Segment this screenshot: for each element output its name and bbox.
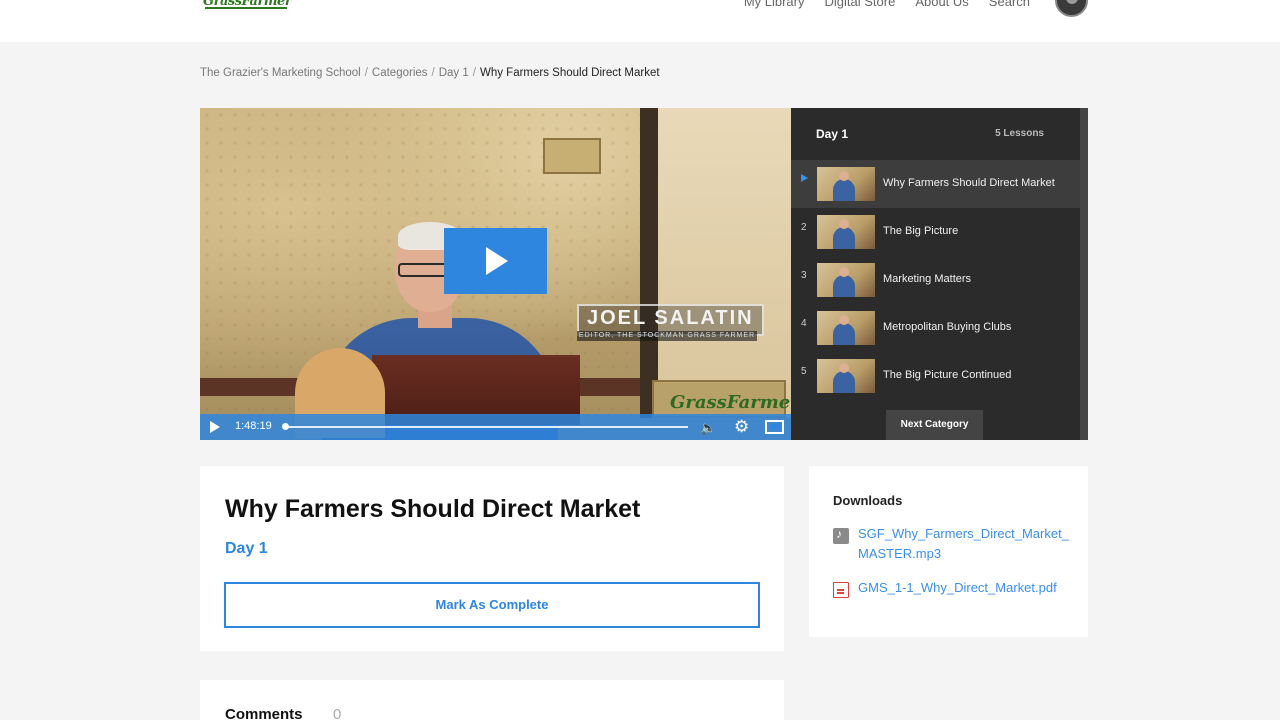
comments-card: Comments 0 xyxy=(200,680,784,720)
lesson-heading: Why Farmers Should Direct Market xyxy=(225,495,641,523)
breadcrumb-separator: / xyxy=(472,67,476,79)
breadcrumb-current: Why Farmers Should Direct Market xyxy=(479,67,660,79)
lesson-list-panel: Day 1 5 Lessons Why Farmers Should Direc… xyxy=(791,108,1088,440)
settings-gear-icon[interactable]: ⚙ xyxy=(734,417,749,437)
main-nav: My Library Digital Store About Us Search xyxy=(744,0,1030,9)
thumbnail-head xyxy=(839,315,849,325)
lesson-number: 3 xyxy=(801,270,807,281)
download-item[interactable]: SGF_Why_Farmers_Direct_Market_MASTER.mp3 xyxy=(833,524,1073,568)
video-controls: 1:48:19 🔈 ⚙ xyxy=(200,414,791,440)
thumbnail-head xyxy=(839,363,849,373)
lesson-thumbnail xyxy=(817,359,875,393)
nav-my-library[interactable]: My Library xyxy=(744,0,805,9)
lesson-list-title: Day 1 xyxy=(816,127,849,141)
play-icon[interactable] xyxy=(210,421,220,433)
name-overlay: JOEL SALATIN xyxy=(587,307,754,329)
thumbnail-head xyxy=(839,267,849,277)
audio-file-icon xyxy=(833,527,849,544)
lesson-count: 5 Lessons xyxy=(995,128,1044,139)
lesson-list-scrollbar[interactable] xyxy=(1080,108,1088,440)
breadcrumb-categories[interactable]: Categories xyxy=(372,67,428,79)
breadcrumb: The Grazier's Marketing School / Categorie… xyxy=(200,67,660,79)
video-door-frame xyxy=(640,108,658,418)
lesson-item[interactable]: 3 Marketing Matters xyxy=(791,256,1080,304)
lesson-thumbnail xyxy=(817,263,875,297)
lesson-category-link[interactable]: Day 1 xyxy=(225,540,268,558)
thumbnail-figure xyxy=(833,323,855,345)
podium-sign-text: GrassFarmer xyxy=(670,392,791,413)
comments-title: Comments xyxy=(225,706,303,720)
lesson-item[interactable]: 5 The Big Picture Continued xyxy=(791,352,1080,400)
downloads-title: Downloads xyxy=(833,493,903,508)
video-backdrop-wall xyxy=(655,108,791,418)
breadcrumb-separator: / xyxy=(431,67,435,79)
site-logo[interactable]: GrassFarmer xyxy=(203,0,292,12)
comments-count: 0 xyxy=(333,706,342,720)
nav-about-us[interactable]: About Us xyxy=(915,0,968,9)
video-time: 1:48:19 xyxy=(235,420,272,432)
lesson-title: Metropolitan Buying Clubs xyxy=(883,321,1012,333)
download-link[interactable]: GMS_1-1_Why_Direct_Market.pdf xyxy=(858,578,1073,598)
thumbnail-figure xyxy=(833,179,855,201)
top-header: GrassFarmer My Library Digital Store Abo… xyxy=(0,0,1280,42)
lesson-title: Marketing Matters xyxy=(883,273,972,285)
fullscreen-icon[interactable] xyxy=(765,420,784,434)
lesson-info-card: Why Farmers Should Direct Market Day 1 M… xyxy=(200,466,784,651)
video-wall-lamp xyxy=(543,138,601,174)
next-category-button[interactable]: Next Category xyxy=(886,410,983,440)
thumbnail-head xyxy=(839,171,849,181)
logo-underline xyxy=(205,7,287,9)
lesson-item[interactable]: Why Farmers Should Direct Market xyxy=(791,160,1080,208)
lesson-thumbnail xyxy=(817,167,875,201)
big-play-button[interactable] xyxy=(444,228,547,294)
lesson-item[interactable]: 4 Metropolitan Buying Clubs xyxy=(791,304,1080,352)
lesson-number: 4 xyxy=(801,318,807,329)
lesson-number: 2 xyxy=(801,222,807,233)
downloads-card: Downloads SGF_Why_Farmers_Direct_Market_… xyxy=(809,466,1088,637)
download-item[interactable]: GMS_1-1_Why_Direct_Market.pdf xyxy=(833,578,1073,600)
thumbnail-figure xyxy=(833,227,855,249)
lesson-title: Why Farmers Should Direct Market xyxy=(883,177,1055,189)
lesson-thumbnail xyxy=(817,311,875,345)
user-avatar[interactable] xyxy=(1055,0,1088,17)
breadcrumb-day[interactable]: Day 1 xyxy=(439,67,469,79)
lesson-number: 5 xyxy=(801,366,807,377)
video-player[interactable]: GrassFarmer JOEL SALATIN EDITOR, THE STO… xyxy=(200,108,791,440)
pdf-file-icon xyxy=(833,582,849,598)
nav-search[interactable]: Search xyxy=(989,0,1030,9)
mark-complete-button[interactable]: Mark As Complete xyxy=(224,582,760,628)
thumbnail-figure xyxy=(833,275,855,297)
thumbnail-head xyxy=(839,219,849,229)
volume-icon[interactable]: 🔈 xyxy=(700,420,716,436)
nav-digital-store[interactable]: Digital Store xyxy=(825,0,896,9)
lesson-item[interactable]: 2 The Big Picture xyxy=(791,208,1080,256)
lesson-title: The Big Picture xyxy=(883,225,959,237)
lesson-thumbnail xyxy=(817,215,875,249)
progress-knob[interactable] xyxy=(282,423,289,430)
lesson-list-header: Day 1 5 Lessons xyxy=(791,108,1080,160)
current-lesson-arrow-icon xyxy=(801,174,808,182)
progress-track[interactable] xyxy=(284,426,688,428)
breadcrumb-school[interactable]: The Grazier's Marketing School xyxy=(200,67,361,79)
breadcrumb-separator: / xyxy=(364,67,368,79)
lesson-title: The Big Picture Continued xyxy=(883,369,1012,381)
role-overlay: EDITOR, THE STOCKMAN GRASS FARMER xyxy=(577,331,757,341)
download-link[interactable]: SGF_Why_Farmers_Direct_Market_MASTER.mp3 xyxy=(858,524,1073,564)
thumbnail-figure xyxy=(833,371,855,393)
